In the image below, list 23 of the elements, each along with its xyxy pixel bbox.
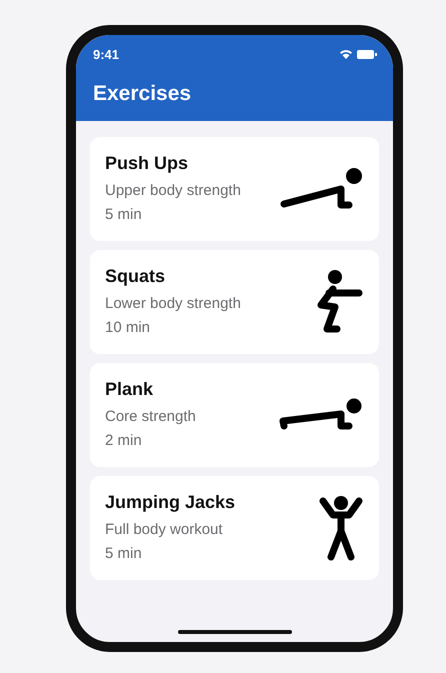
exercise-card[interactable]: Plank Core strength 2 min bbox=[90, 363, 379, 467]
exercise-description: Full body workout bbox=[105, 521, 224, 538]
exercise-card[interactable]: Squats Lower body strength 10 min bbox=[90, 250, 379, 354]
battery-icon bbox=[357, 50, 377, 58]
exercise-duration: 5 min bbox=[105, 545, 143, 562]
jumping-jack-figure-icon bbox=[319, 495, 363, 561]
exercise-description: Upper body strength bbox=[105, 182, 241, 199]
exercise-duration: 5 min bbox=[105, 206, 143, 223]
exercise-description: Lower body strength bbox=[105, 295, 241, 312]
status-time: 9:41 bbox=[93, 46, 120, 62]
plank-figure-icon bbox=[279, 398, 363, 432]
push-up-figure-icon bbox=[279, 167, 363, 211]
exercise-name: Squats bbox=[105, 266, 166, 287]
exercise-name: Plank bbox=[105, 379, 154, 400]
exercise-name: Jumping Jacks bbox=[105, 492, 236, 513]
exercise-description: Core strength bbox=[105, 408, 196, 425]
exercise-duration: 10 min bbox=[105, 319, 152, 336]
exercise-name: Push Ups bbox=[105, 153, 190, 174]
exercise-card[interactable]: Push Ups Upper body strength 5 min bbox=[90, 137, 379, 241]
wifi-icon bbox=[339, 49, 353, 59]
screen-title: Exercises bbox=[93, 82, 192, 106]
exercise-card[interactable]: Jumping Jacks Full body workout 5 min bbox=[90, 476, 379, 580]
exercise-duration: 2 min bbox=[105, 432, 143, 449]
